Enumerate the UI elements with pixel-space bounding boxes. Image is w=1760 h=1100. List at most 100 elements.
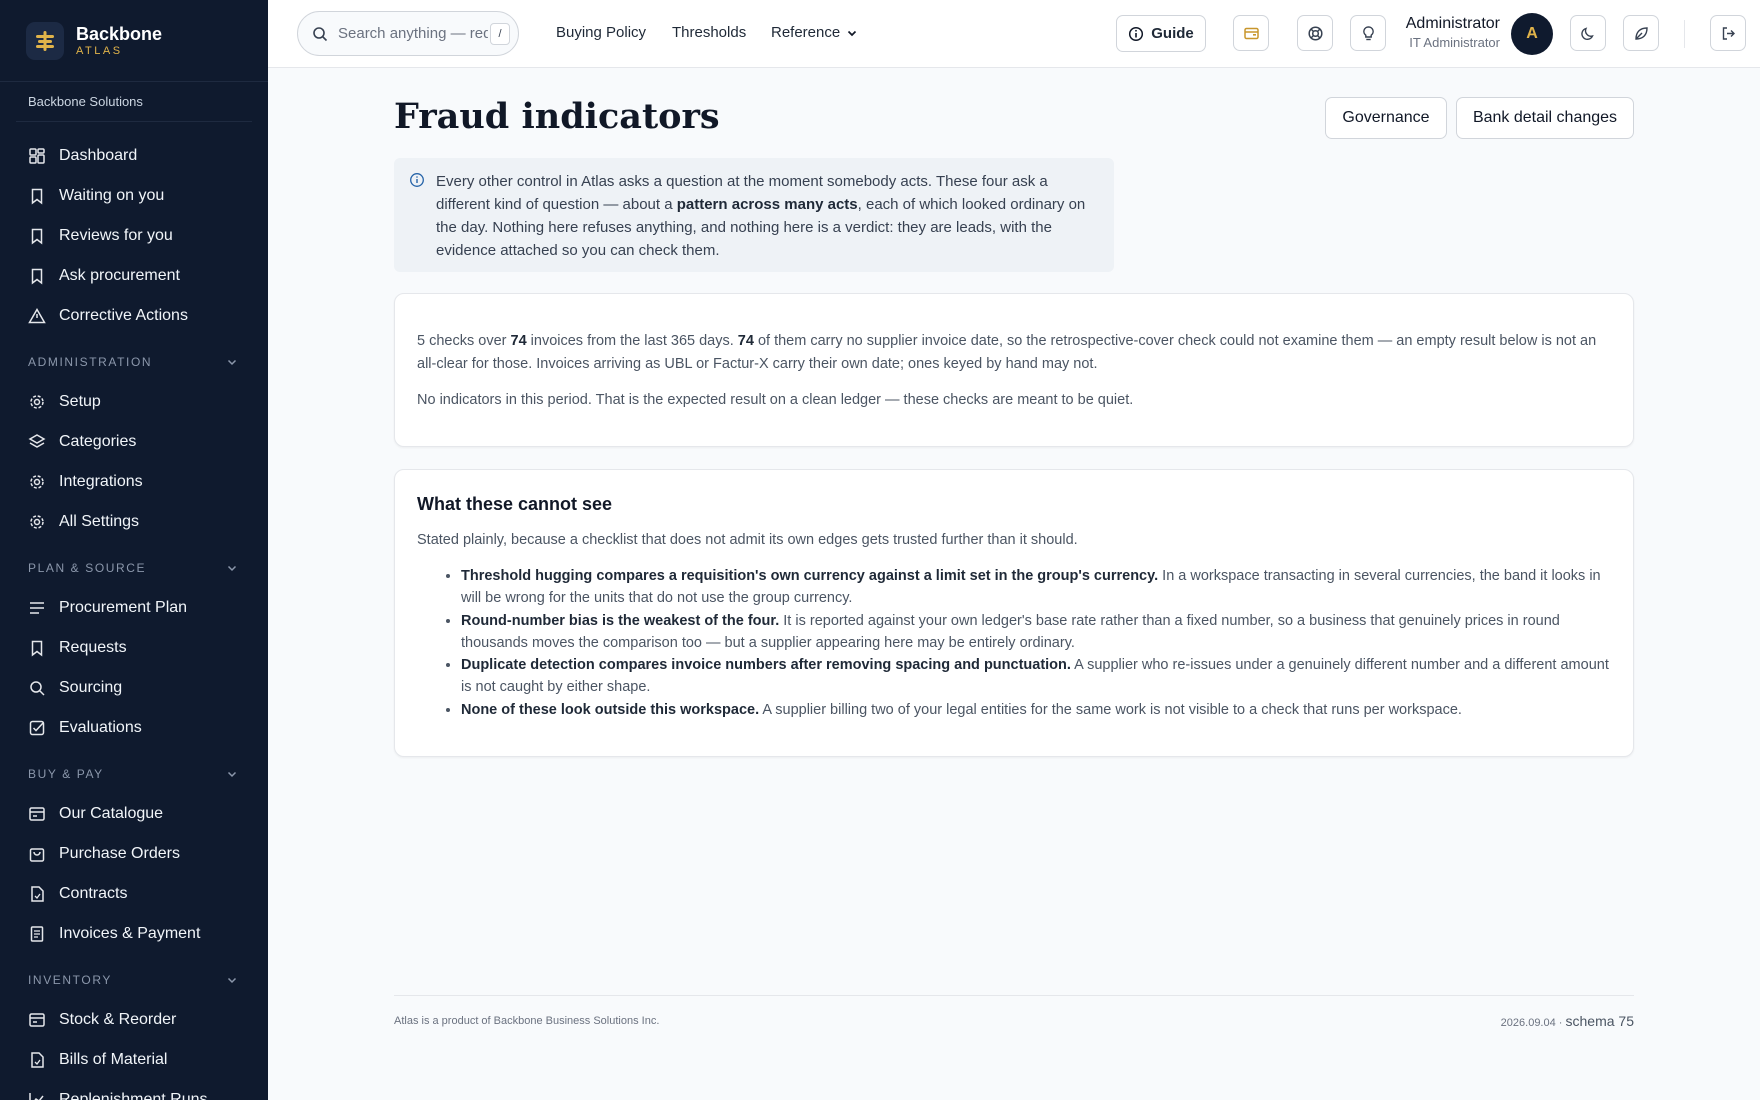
sidebar-item-ask-procurement[interactable]: Ask procurement — [0, 256, 268, 296]
governance-button[interactable]: Governance — [1325, 97, 1447, 139]
limit-item: Round-number bias is the weakest of the … — [461, 610, 1611, 655]
feedback-button[interactable] — [1623, 15, 1659, 51]
brand[interactable]: Backbone ATLAS — [0, 0, 268, 82]
section-title: ADMINISTRATION — [28, 355, 153, 369]
search-input[interactable]: Search anything — req / — [297, 11, 519, 56]
sidebar-item-label: Stock & Reorder — [59, 1011, 177, 1028]
limits-card: What these cannot see Stated plainly, be… — [394, 469, 1634, 757]
sidebar-item-purchase-orders[interactable]: Purchase Orders — [0, 834, 268, 874]
section-title: BUY & PAY — [28, 767, 104, 781]
sidebar-item-all-settings[interactable]: All Settings — [0, 502, 268, 542]
limits-list: Threshold hugging compares a requisition… — [417, 565, 1611, 721]
lifebuoy-icon — [1307, 25, 1323, 41]
footer-divider — [394, 995, 1634, 996]
sidebar-item-setup[interactable]: Setup — [0, 382, 268, 422]
section-administration[interactable]: ADMINISTRATION — [0, 342, 268, 382]
section-title: PLAN & SOURCE — [28, 561, 147, 575]
sidebar-item-label: Replenishment Runs — [59, 1091, 208, 1100]
nav-thresholds[interactable]: Thresholds — [672, 24, 746, 41]
section-buy-pay[interactable]: BUY & PAY — [0, 754, 268, 794]
org-name[interactable]: Backbone Solutions — [16, 82, 252, 122]
bookmark-icon — [31, 188, 43, 205]
summary-result: No indicators in this period. That is th… — [417, 392, 1134, 408]
page-title: Fraud indicators — [394, 96, 720, 137]
nav-buying-policy[interactable]: Buying Policy — [556, 24, 646, 41]
sidebar-item-requests[interactable]: Requests — [0, 628, 268, 668]
undated-count: 74 — [737, 333, 754, 349]
brand-sub: ATLAS — [76, 44, 123, 57]
logout-button[interactable] — [1710, 15, 1746, 51]
topbar-divider — [1684, 20, 1685, 48]
sidebar-item-bills-of-material[interactable]: Bills of Material — [0, 1040, 268, 1080]
logout-icon — [1722, 26, 1735, 40]
sidebar-item-categories[interactable]: Categories — [0, 422, 268, 462]
chevron-down-icon — [227, 565, 237, 572]
sidebar-item-label: Bills of Material — [59, 1051, 168, 1068]
sidebar-item-label: Contracts — [59, 885, 128, 902]
gear-icon — [30, 515, 44, 529]
sidebar-item-label: Procurement Plan — [59, 599, 188, 616]
moon-icon — [1580, 26, 1594, 40]
summary-stats: 5 checks over 74 invoices from the last … — [417, 330, 1611, 375]
sidebar-item-reviews-for-you[interactable]: Reviews for you — [0, 216, 268, 256]
limit-item-text: A supplier billing two of your legal ent… — [759, 701, 1462, 718]
info-text-bold: pattern across many acts — [676, 196, 858, 213]
user-name: Administrator — [1405, 15, 1500, 32]
guide-button[interactable]: Guide — [1116, 15, 1206, 52]
help-button[interactable] — [1297, 15, 1333, 51]
sidebar-item-integrations[interactable]: Integrations — [0, 462, 268, 502]
sidebar-item-dashboard[interactable]: Dashboard — [0, 136, 268, 176]
catalogue-icon — [29, 1013, 45, 1027]
sidebar-item-invoices-payment[interactable]: Invoices & Payment — [0, 914, 268, 954]
sidebar-item-label: Requests — [59, 639, 127, 656]
chevron-down-icon — [227, 359, 237, 366]
info-icon — [410, 173, 424, 187]
sidebar-item-sourcing[interactable]: Sourcing — [0, 668, 268, 708]
sidebar-item-replenishment-runs[interactable]: Replenishment Runs — [0, 1080, 268, 1100]
gear-icon — [30, 475, 44, 489]
sidebar-item-label: Our Catalogue — [59, 805, 164, 822]
sidebar-item-waiting-on-you[interactable]: Waiting on you — [0, 176, 268, 216]
theme-toggle-button[interactable] — [1570, 15, 1606, 51]
sidebar-item-label: Invoices & Payment — [59, 925, 201, 942]
layers-icon — [28, 434, 46, 448]
sidebar-item-corrective-actions[interactable]: Corrective Actions — [0, 296, 268, 336]
atlas-logo-icon — [26, 21, 64, 60]
chart-icon — [29, 1093, 44, 1100]
sidebar-item-label: Ask procurement — [59, 267, 180, 284]
sidebar-item-procurement-plan[interactable]: Procurement Plan — [0, 588, 268, 628]
gear-icon — [30, 395, 44, 409]
ideas-button[interactable] — [1350, 15, 1386, 51]
version-text: 2026.09.04 · — [1500, 1017, 1563, 1029]
receipt-icon — [30, 926, 44, 942]
sidebar-item-our-catalogue[interactable]: Our Catalogue — [0, 794, 268, 834]
sidebar-item-label: Corrective Actions — [59, 307, 188, 324]
bookmark-icon — [31, 640, 43, 657]
chevron-down-icon — [227, 771, 237, 778]
limit-item-heading: None of these look outside this workspac… — [461, 701, 760, 718]
summary-text: 5 checks over — [417, 333, 511, 349]
sidebar-item-label: Setup — [59, 393, 101, 410]
user-role: IT Administrator — [1409, 35, 1500, 50]
sidebar-item-stock-reorder[interactable]: Stock & Reorder — [0, 1000, 268, 1040]
nav-reference-label: Reference — [771, 24, 841, 41]
wallet-button[interactable] — [1233, 15, 1269, 51]
limit-item-heading: Threshold hugging compares a requisition… — [461, 568, 1159, 584]
bank-detail-changes-button[interactable]: Bank detail changes — [1456, 97, 1634, 139]
chevron-down-icon — [848, 30, 857, 36]
sidebar-item-label: Sourcing — [59, 679, 123, 696]
section-title: INVENTORY — [28, 973, 112, 987]
nav-reference[interactable]: Reference — [771, 24, 858, 41]
info-icon — [1129, 26, 1144, 41]
user-info[interactable]: Administrator IT Administrator — [1403, 14, 1500, 52]
warning-icon — [28, 307, 46, 324]
section-inventory[interactable]: INVENTORY — [0, 960, 268, 1000]
limits-lead: Stated plainly, because a checklist that… — [417, 532, 1078, 548]
sidebar-item-evaluations[interactable]: Evaluations — [0, 708, 268, 748]
sidebar-item-contracts[interactable]: Contracts — [0, 874, 268, 914]
avatar[interactable]: A — [1511, 13, 1553, 55]
section-plan-source[interactable]: PLAN & SOURCE — [0, 548, 268, 588]
sidebar-item-label: Integrations — [59, 473, 143, 490]
sidebar-item-label: Evaluations — [59, 719, 142, 736]
search-placeholder: Search anything — req — [338, 25, 488, 42]
